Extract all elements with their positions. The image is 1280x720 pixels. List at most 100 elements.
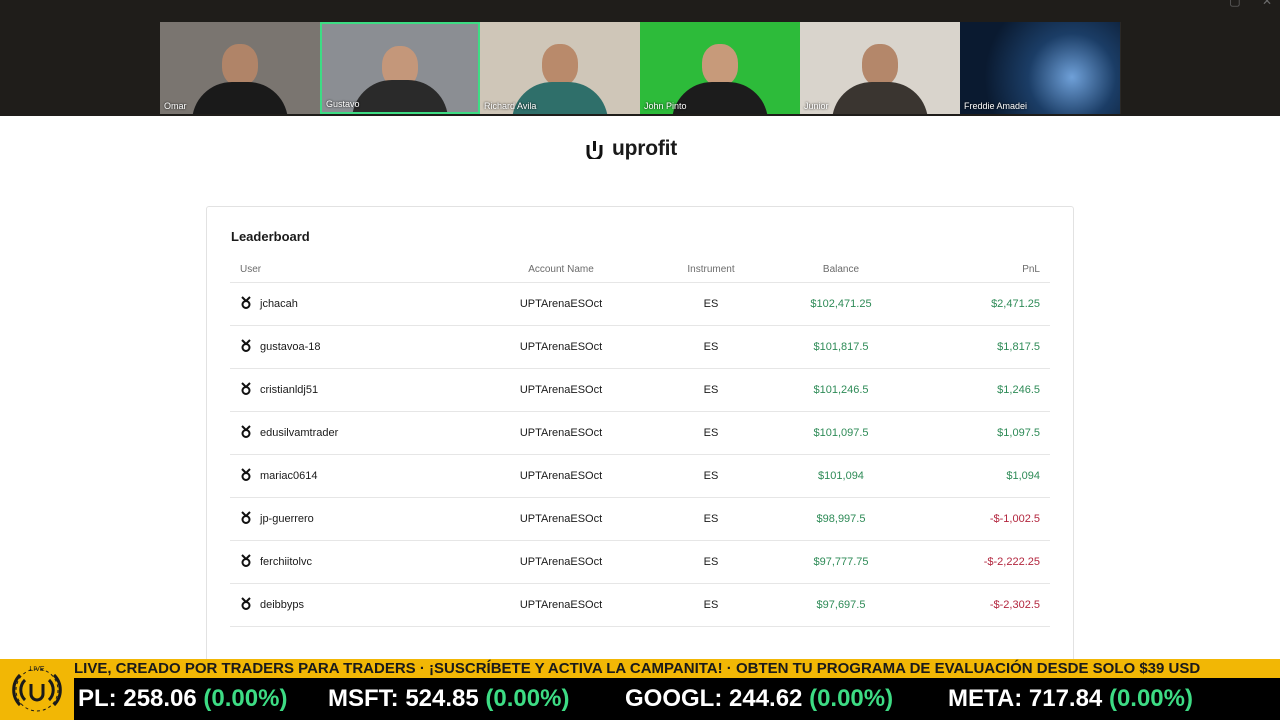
close-icon[interactable]: ✕ — [1262, 0, 1272, 8]
video-tile[interactable]: Richard Avila — [480, 22, 640, 114]
medal-icon — [240, 511, 252, 527]
user-name: jchacah — [260, 297, 298, 310]
table-row: cristianldj51 UPTArenaESOct ES $101,246.5 $1… — [230, 368, 1050, 412]
stock-change: (0.00%) — [809, 685, 894, 712]
leaderboard-card: Leaderboard User Account Name Instrument… — [206, 206, 1074, 678]
video-strip: Omar Gustavo Richard Avila John Pinto Junior… — [160, 22, 1121, 114]
brand-logo: uprofit — [586, 137, 677, 161]
participant-head — [702, 44, 738, 86]
cell-instrument: ES — [651, 411, 771, 455]
cell-user: deibbyps — [230, 583, 471, 627]
user-name: deibbyps — [260, 598, 305, 611]
stock-quote: PL: 258.06 (0.00%) — [78, 685, 287, 713]
user-name: edusilvamtrader — [260, 426, 339, 439]
video-tile[interactable]: John Pinto — [640, 22, 800, 114]
brand-name: uprofit — [612, 137, 678, 160]
restore-icon[interactable]: ▢ — [1229, 0, 1240, 8]
uprofit-logo-icon — [586, 139, 603, 161]
stock-change: (0.00%) — [1108, 685, 1193, 712]
video-tile[interactable]: Freddie Amadei — [960, 22, 1120, 114]
video-tile[interactable]: Gustavo — [320, 22, 480, 114]
table-row: deibbyps UPTArenaESOct ES $97,697.5 -$-2,302… — [230, 583, 1050, 627]
cell-instrument: ES — [651, 325, 771, 369]
column-header-account: Account Name — [471, 257, 651, 283]
cell-balance: $102,471.25 — [771, 282, 911, 326]
ticker-banner-text: LIVE, CREADO POR TRADERS PARA TRADERS · … — [74, 660, 1201, 677]
cell-balance: $101,097.5 — [771, 411, 911, 455]
participant-name: Omar — [164, 101, 187, 111]
video-call-bar: ▢ ✕ Omar Gustavo Richard Avila John Pinto Ju… — [0, 0, 1280, 116]
cell-pnl: -$-2,302.5 — [911, 583, 1050, 627]
stock-ticker: PL: 258.06 (0.00%) MSFT: 524.85 (0.00%) GO… — [0, 678, 1280, 720]
column-header-pnl: PnL — [911, 257, 1050, 283]
stock-price: 258.06 — [123, 685, 197, 712]
participant-head — [542, 44, 578, 86]
medal-icon — [240, 554, 252, 570]
stock-change: (0.00%) — [203, 685, 288, 712]
stock-quote: GOOGL: 244.62 (0.00%) — [625, 685, 893, 713]
ticker-banner: LIVE, CREADO POR TRADERS PARA TRADERS · … — [0, 659, 1280, 678]
stock-price: 717.84 — [1028, 685, 1103, 712]
table-row: ferchiitolvc UPTArenaESOct ES $97,777.75 -$-… — [230, 540, 1050, 584]
cell-pnl: $1,094 — [911, 454, 1050, 498]
user-name: ferchiitolvc — [260, 555, 312, 568]
cell-pnl: $1,097.5 — [911, 411, 1050, 455]
user-name: jp-guerrero — [260, 512, 314, 525]
table-header-row: User Account Name Instrument Balance PnL — [230, 257, 1050, 283]
participant-name: John Pinto — [644, 101, 687, 111]
cell-account: UPTArenaESOct — [471, 282, 651, 326]
medal-icon — [240, 597, 252, 613]
cell-balance: $101,817.5 — [771, 325, 911, 369]
leaderboard-title: Leaderboard — [231, 229, 310, 244]
participant-name: Freddie Amadei — [964, 101, 1028, 111]
stock-symbol: META: — [948, 685, 1023, 712]
participant-name: Richard Avila — [484, 101, 537, 111]
participant-head — [222, 44, 258, 86]
column-header-user: User — [230, 257, 471, 283]
stock-change: (0.00%) — [485, 685, 570, 712]
user-name: cristianldj51 — [260, 383, 319, 396]
video-tile[interactable]: Junior — [800, 22, 960, 114]
cell-user: mariac0614 — [230, 454, 471, 498]
cell-instrument: ES — [651, 454, 771, 498]
stock-quote: META: 717.84 (0.00%) — [948, 685, 1193, 713]
cell-balance: $101,246.5 — [771, 368, 911, 412]
column-header-instrument: Instrument — [651, 257, 771, 283]
participant-name: Junior — [804, 101, 829, 111]
cell-instrument: ES — [651, 583, 771, 627]
cell-pnl: -$-2,222.25 — [911, 540, 1050, 584]
cell-account: UPTArenaESOct — [471, 497, 651, 541]
stock-price: 244.62 — [729, 685, 803, 712]
cell-balance: $97,697.5 — [771, 583, 911, 627]
table-row: jp-guerrero UPTArenaESOct ES $98,997.5 -$-1,… — [230, 497, 1050, 541]
cell-account: UPTArenaESOct — [471, 454, 651, 498]
medal-icon — [240, 425, 252, 441]
medal-icon — [240, 468, 252, 484]
live-badge: LIVE — [0, 659, 74, 720]
leaderboard-table: User Account Name Instrument Balance PnL… — [230, 257, 1050, 627]
user-name: mariac0614 — [260, 469, 318, 482]
table-row: mariac0614 UPTArenaESOct ES $101,094 $1,094 — [230, 454, 1050, 498]
stock-symbol: GOOGL: — [625, 685, 723, 712]
user-name: gustavoa-18 — [260, 340, 321, 353]
window-controls: ▢ ✕ — [1211, 0, 1272, 8]
cell-user: cristianldj51 — [230, 368, 471, 412]
cell-instrument: ES — [651, 282, 771, 326]
table-row: edusilvamtrader UPTArenaESOct ES $101,097.5… — [230, 411, 1050, 455]
medal-icon — [240, 296, 252, 312]
stock-quote: MSFT: 524.85 (0.00%) — [328, 685, 569, 713]
svg-text:LIVE: LIVE — [29, 666, 45, 673]
cell-pnl: -$-1,002.5 — [911, 497, 1050, 541]
cell-user: edusilvamtrader — [230, 411, 471, 455]
cell-user: jp-guerrero — [230, 497, 471, 541]
cell-pnl: $1,817.5 — [911, 325, 1050, 369]
cell-user: jchacah — [230, 282, 471, 326]
stock-symbol: PL: — [78, 685, 117, 712]
video-tile[interactable]: Omar — [160, 22, 320, 114]
cell-user: ferchiitolvc — [230, 540, 471, 584]
cell-balance: $97,777.75 — [771, 540, 911, 584]
participant-head — [862, 44, 898, 86]
cell-account: UPTArenaESOct — [471, 583, 651, 627]
stock-price: 524.85 — [405, 685, 479, 712]
cell-pnl: $2,471.25 — [911, 282, 1050, 326]
